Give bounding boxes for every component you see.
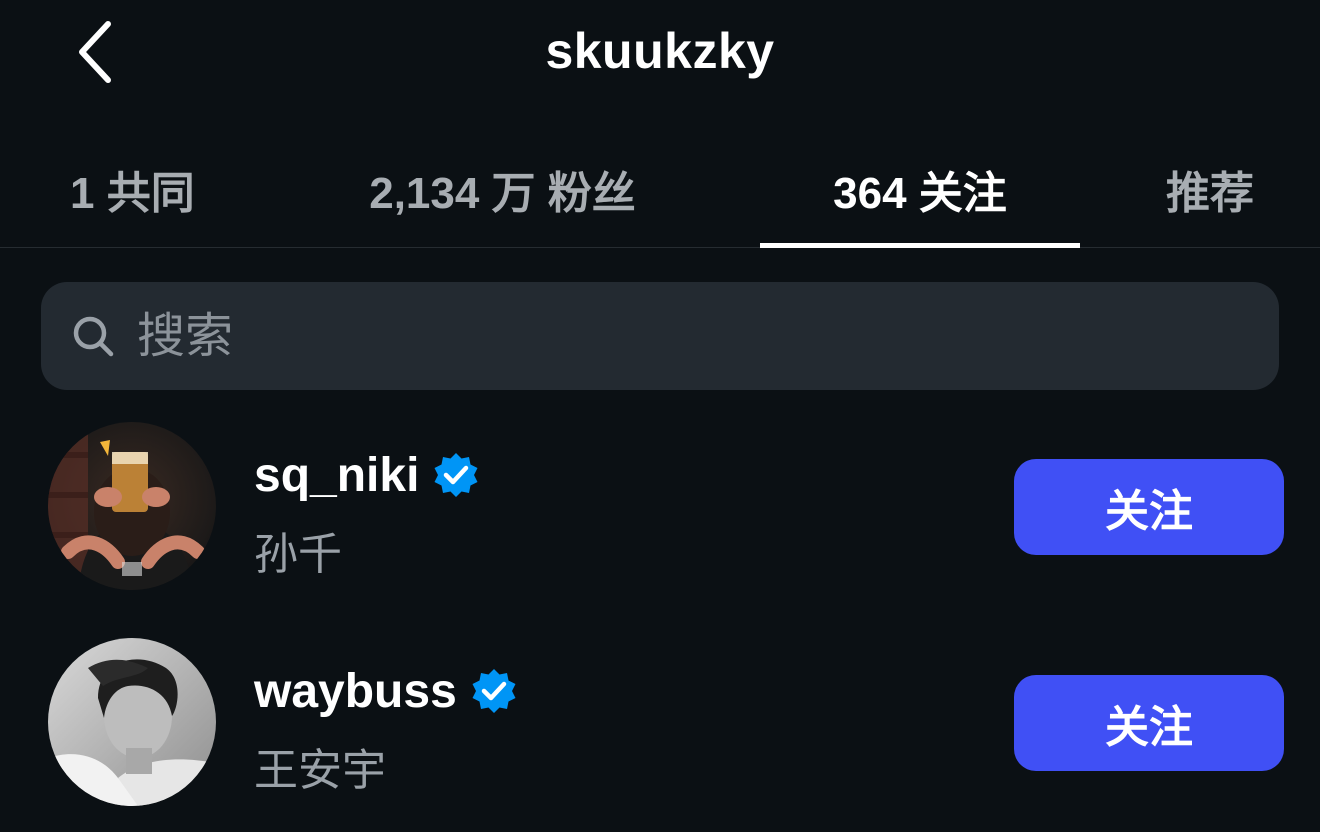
- username[interactable]: waybuss: [254, 664, 519, 719]
- follow-button[interactable]: 关注: [1014, 459, 1284, 555]
- tab-followers[interactable]: 2,134 万 粉丝: [320, 130, 685, 248]
- full-name: 孙千: [254, 530, 342, 579]
- search-icon: [73, 316, 114, 357]
- top-bar: skuukzky: [0, 0, 1320, 110]
- list-item[interactable]: sq_niki 孙千 关注: [0, 422, 1320, 592]
- full-name: 王安宇: [254, 746, 386, 795]
- avatar[interactable]: [48, 638, 216, 806]
- tab-suggested[interactable]: 推荐: [1140, 130, 1280, 248]
- verified-badge-icon: [472, 668, 516, 713]
- username-text: sq_niki: [254, 449, 420, 502]
- follow-button[interactable]: 关注: [1014, 675, 1284, 771]
- page-title: skuukzky: [545, 23, 775, 79]
- tab-following[interactable]: 364 关注: [760, 130, 1080, 248]
- tab-bar: 1 共同 2,134 万 粉丝 364 关注 推荐: [0, 130, 1320, 248]
- search-input[interactable]: [137, 282, 1279, 390]
- username[interactable]: sq_niki: [254, 448, 481, 503]
- username-text: waybuss: [254, 665, 457, 718]
- list-item[interactable]: waybuss 王安宇 关注: [0, 638, 1320, 808]
- tab-mutual[interactable]: 1 共同: [40, 130, 240, 248]
- verified-badge-icon: [434, 452, 478, 497]
- avatar[interactable]: [48, 422, 216, 590]
- search-bar[interactable]: [41, 282, 1279, 390]
